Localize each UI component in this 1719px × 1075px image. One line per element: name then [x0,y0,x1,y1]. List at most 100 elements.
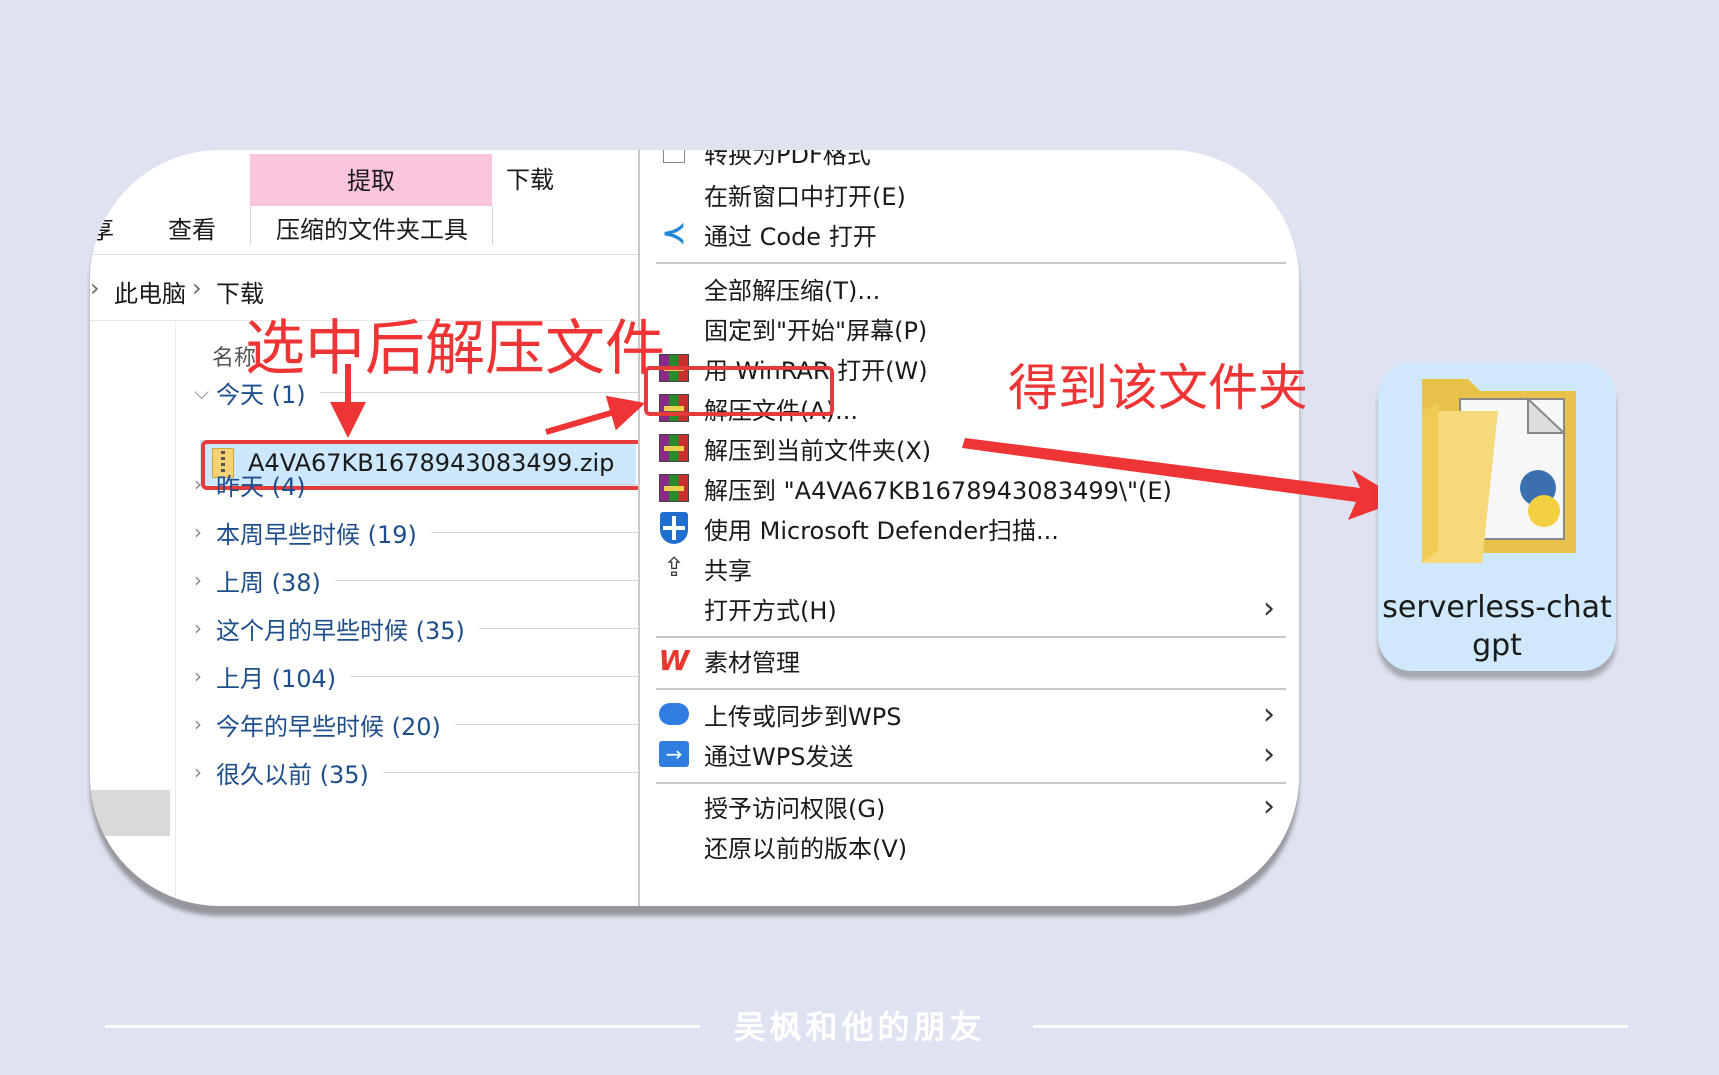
group-earlier-this-year[interactable]: › 今年的早些时候 (20) [194,706,638,742]
chevron-down-icon: ⌵ [194,380,210,404]
vscode-icon: ≺ [661,216,687,251]
menu-item-label: 全部解压缩(T)... [704,276,881,305]
breadcrumb-this-pc[interactable]: 此电脑 [114,274,186,309]
blank-icon [656,828,692,864]
group-label: 这个月的早些时候 (35) [216,616,465,645]
menu-item-grant-access[interactable]: 授予访问权限(G) › [640,786,1299,826]
blank-icon [656,176,692,212]
menu-item-open-with[interactable]: 打开方式(H) › [640,588,1299,628]
menu-item-label: 还原以前的版本(V) [704,834,908,863]
group-label: 很久以前 (35) [216,760,369,789]
menu-item-asset-manage[interactable]: W 素材管理 [640,640,1299,680]
footer-watermark: 吴枫和他的朋友 [733,1008,986,1046]
checkbox-icon [656,150,692,170]
group-divider [319,391,638,393]
group-label: 本周早些时候 (19) [216,520,417,549]
chevron-right-icon: › [1263,696,1275,732]
tab-share[interactable]: 享 [90,210,114,245]
menu-item-label: 解压到当前文件夹(X) [704,436,932,465]
menu-item-label: 通过WPS发送 [704,742,854,771]
menu-item-pin-start[interactable]: 固定到"开始"屏幕(P) [640,308,1299,348]
screenshot-card: 提取 下载 享 查看 压缩的文件夹工具 › 此电脑 › 下载 名称 ⌵ 今天 (… [90,150,1299,906]
tab-view[interactable]: 查看 [168,210,216,245]
group-divider [350,675,638,677]
group-earlier-this-month[interactable]: › 这个月的早些时候 (35) [194,610,638,646]
breadcrumb-chevron-icon: › [192,274,202,302]
python-folder-icon [1422,379,1576,563]
chevron-right-icon: › [194,568,202,592]
menu-item-label: 打开方式(H) [704,596,837,625]
group-label: 上周 (38) [216,568,321,597]
group-earlier-this-week[interactable]: › 本周早些时候 (19) [194,514,638,550]
menu-item-extract-here[interactable]: 解压到当前文件夹(X) [640,428,1299,468]
wps-icon: W [658,643,690,677]
menu-item-upload-wps[interactable]: 上传或同步到WPS › [640,694,1299,734]
menu-separator [656,262,1286,264]
group-label: 今年的早些时候 (20) [216,712,441,741]
group-yesterday[interactable]: › 昨天 (4) [194,466,638,502]
ribbon-divider [492,206,493,246]
defender-shield-icon [656,510,692,546]
menu-item-label: 素材管理 [704,648,800,677]
menu-item-open-with-code[interactable]: ≺ 通过 Code 打开 [640,214,1299,254]
highlight-box-menu-item [644,366,834,416]
menu-separator [656,688,1286,690]
chevron-right-icon: › [194,664,202,688]
menu-item-label: 通过 Code 打开 [704,222,877,251]
annotation-get-folder: 得到该文件夹 [1008,359,1308,417]
group-label: 上月 (104) [216,664,337,693]
context-menu: 转换为PDF格式 在新窗口中打开(E) ≺ 通过 Code 打开 全部解压缩(T… [640,150,1299,906]
tab-extract[interactable]: 提取 [250,154,492,206]
blank-icon [656,788,692,824]
menu-item-send-wps[interactable]: → 通过WPS发送 › [640,734,1299,774]
menu-item-convert-pdf[interactable]: 转换为PDF格式 [640,150,1299,172]
menu-item-restore-versions[interactable]: 还原以前的版本(V) [640,826,1299,866]
cloud-upload-icon [656,696,692,732]
nav-pane-selected-item[interactable] [90,790,170,836]
menu-item-extract-all[interactable]: 全部解压缩(T)... [640,268,1299,308]
blank-icon [656,590,692,626]
menu-item-label: 固定到"开始"屏幕(P) [704,316,928,345]
menu-item-label: 上传或同步到WPS [704,702,902,731]
nav-pane-divider [175,322,176,906]
result-folder-tile[interactable]: serverless-chat gpt [1378,363,1616,671]
group-last-month[interactable]: › 上月 (104) [194,658,638,694]
chevron-right-icon: › [1263,736,1275,772]
tab-compressed-tools[interactable]: 压缩的文件夹工具 [276,210,468,245]
group-divider [430,531,638,533]
menu-item-defender-scan[interactable]: 使用 Microsoft Defender扫描... [640,508,1299,548]
breadcrumb-chevron-icon: › [90,274,100,302]
folder-name: serverless-chat gpt [1382,590,1612,663]
tab-download[interactable]: 下载 [506,160,554,195]
group-label: 昨天 (4) [216,472,306,501]
menu-separator [656,636,1286,638]
menu-item-label: 在新窗口中打开(E) [704,182,906,211]
chevron-right-icon: › [194,712,202,736]
menu-item-share[interactable]: ⇪ 共享 [640,548,1299,588]
menu-item-label: 转换为PDF格式 [704,150,871,169]
group-last-week[interactable]: › 上周 (38) [194,562,638,598]
menu-item-label: 授予访问权限(G) [704,794,886,823]
menu-item-label: 共享 [704,556,752,585]
share-icon: ⇪ [663,553,685,583]
winrar-icon [656,430,692,466]
menu-item-open-new-window[interactable]: 在新窗口中打开(E) [640,174,1299,214]
group-divider [382,771,638,773]
menu-item-extract-to-folder[interactable]: 解压到 "A4VA67KB1678943083499\"(E) [640,468,1299,508]
menu-item-label: 使用 Microsoft Defender扫描... [704,516,1059,545]
group-divider [319,483,638,485]
chevron-right-icon: › [194,472,202,496]
ribbon-bottom-border [90,254,638,255]
menu-separator [656,782,1286,784]
group-divider [478,627,638,629]
chevron-right-icon: › [194,520,202,544]
chevron-right-icon: › [1263,590,1275,626]
ribbon-divider [250,206,251,246]
group-long-ago[interactable]: › 很久以前 (35) [194,754,638,790]
send-icon: → [656,736,692,772]
chevron-right-icon: › [194,760,202,784]
group-divider [454,723,638,725]
group-divider [334,579,638,581]
chevron-right-icon: › [1263,788,1275,824]
winrar-icon [656,470,692,506]
